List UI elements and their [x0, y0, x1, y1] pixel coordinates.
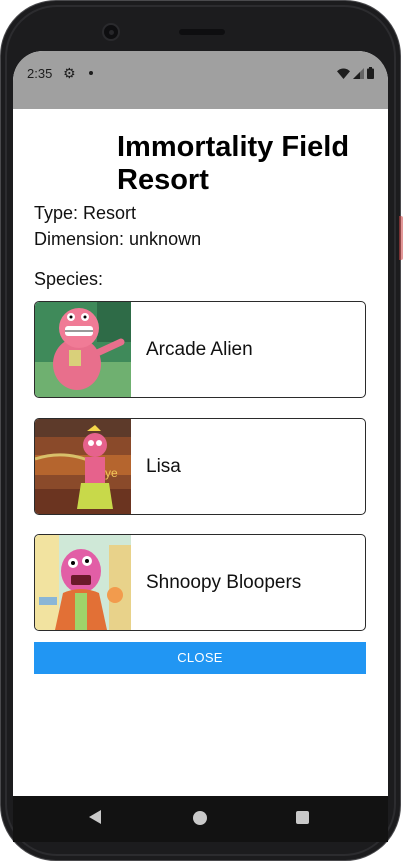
svg-text:ye: ye [105, 466, 118, 480]
species-name: Lisa [146, 456, 181, 477]
screen: 2:35 ⚙ Immortality Field Resort Type: Re… [13, 51, 388, 824]
recents-icon[interactable] [296, 811, 309, 824]
notification-dot-icon [89, 71, 93, 75]
close-button[interactable]: CLOSE [34, 642, 366, 674]
character-portrait-lisa: ye [35, 419, 131, 514]
signal-icon [353, 67, 364, 79]
character-portrait-shnoopy-bloopers [35, 535, 131, 630]
home-icon[interactable] [193, 811, 207, 825]
species-card-arcade-alien[interactable]: Arcade Alien [34, 301, 366, 398]
earpiece-speaker [179, 29, 225, 35]
species-label: Species: [34, 269, 104, 289]
location-title: Immortality Field Resort [117, 131, 350, 196]
species-name: Arcade Alien [146, 339, 253, 360]
power-button [399, 216, 403, 260]
battery-icon [367, 67, 374, 79]
back-icon[interactable] [89, 810, 101, 824]
status-bar: 2:35 ⚙ [13, 51, 388, 109]
location-dimension: Dimension: unknown [34, 229, 202, 249]
navigation-bar [13, 796, 388, 842]
settings-icon: ⚙ [63, 65, 76, 81]
species-card-lisa[interactable]: ye Lisa [34, 418, 366, 515]
species-card-shnoopy-bloopers[interactable]: Shnoopy Bloopers [34, 534, 366, 631]
location-modal: Immortality Field Resort Type: Resort Di… [13, 109, 388, 796]
front-camera [102, 23, 120, 41]
location-type: Type: Resort [34, 203, 137, 223]
character-portrait-arcade-alien [35, 302, 131, 397]
species-name: Shnoopy Bloopers [146, 572, 302, 593]
status-icons [337, 67, 374, 79]
wifi-icon [337, 68, 350, 79]
status-time: 2:35 [27, 66, 53, 81]
